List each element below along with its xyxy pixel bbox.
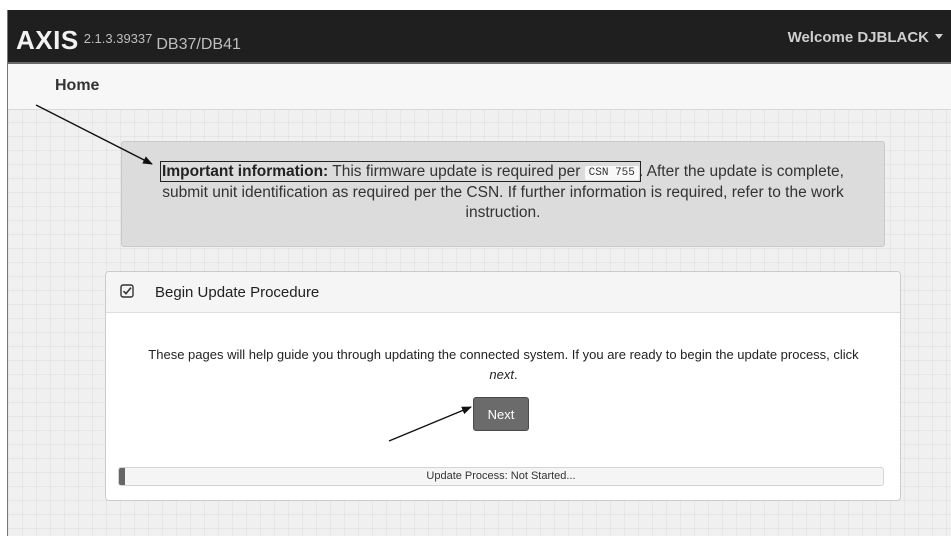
breadcrumb: Home [8, 64, 951, 110]
panel-description: These pages will help guide you through … [136, 345, 871, 385]
description-emphasis: next [489, 367, 514, 382]
important-info-alert: Important information: This firmware upd… [121, 141, 885, 247]
panel-title: Begin Update Procedure [155, 284, 320, 301]
brand[interactable]: AXIS 2.1.3.39337 DB37/DB41 [16, 25, 241, 56]
model-name: DB37/DB41 [156, 36, 241, 53]
breadcrumb-home[interactable]: Home [55, 77, 99, 95]
description-main: These pages will help guide you through … [148, 347, 859, 362]
app-window: AXIS 2.1.3.39337 DB37/DB41 Welcome DJBLACK… [7, 10, 951, 536]
progress-label: Update Process: Not Started... [426, 470, 576, 482]
brand-name: AXIS [16, 25, 79, 55]
alert-highlight-box: Important information: This firmware upd… [160, 161, 641, 182]
alert-bold-label: Important information: [162, 163, 329, 180]
panel-heading: Begin Update Procedure [106, 272, 900, 313]
caret-down-icon [935, 34, 943, 39]
version-number: 2.1.3.39337 [83, 31, 153, 46]
alert-text-before-code: This firmware update is required per [328, 163, 585, 180]
user-menu-label: Welcome DJBLACK [787, 29, 929, 46]
top-navbar: AXIS 2.1.3.39337 DB37/DB41 Welcome DJBLACK [8, 10, 951, 64]
update-progress-bar: Update Process: Not Started... [118, 467, 884, 486]
user-menu-dropdown[interactable]: Welcome DJBLACK [788, 29, 943, 46]
update-procedure-panel: Begin Update Procedure These pages will … [105, 271, 901, 501]
checkbox-checked-icon [120, 284, 134, 298]
csn-code: CSN 755 [584, 166, 639, 180]
next-button[interactable]: Next [473, 397, 529, 431]
description-end: . [513, 367, 518, 382]
